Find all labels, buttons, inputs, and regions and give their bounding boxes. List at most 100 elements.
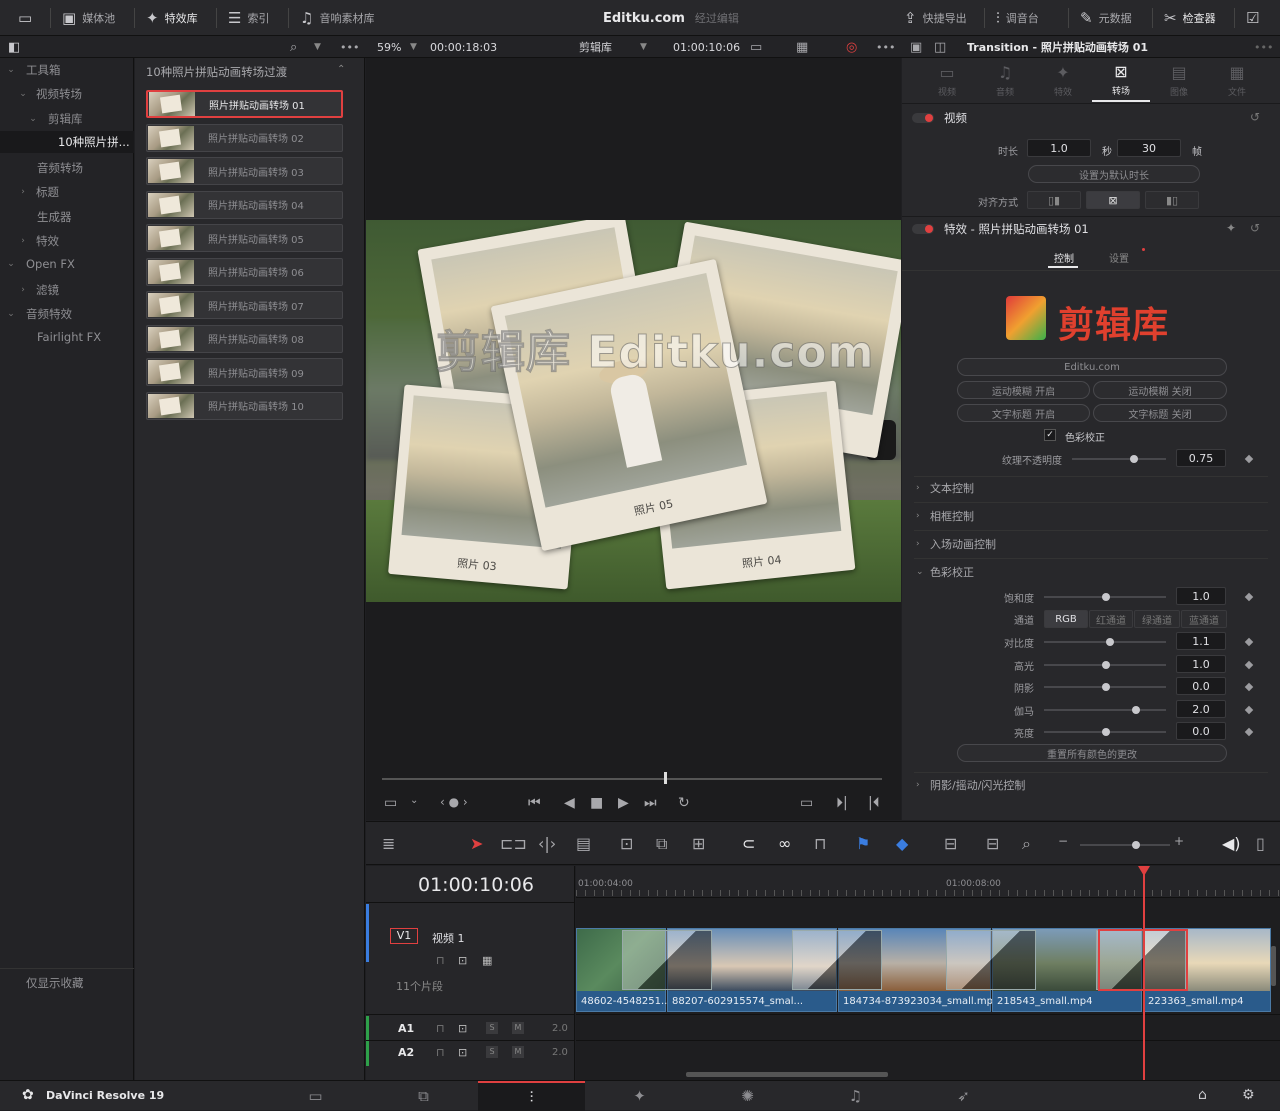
effect-reset-icon[interactable]: ↺ [1250,221,1260,235]
channel-green[interactable]: 绿通道 [1134,610,1180,628]
effect-item[interactable]: 照片拼贴动画转场 05 [146,224,343,252]
v1-track-name[interactable]: 视频 1 [432,930,465,946]
transition-marker[interactable] [946,930,1036,990]
a2-lock-icon[interactable]: ⊓ [436,1046,445,1059]
timeline-dropdown-icon[interactable]: ▼ [640,36,647,58]
timeline-playhead[interactable] [1143,866,1145,1080]
video-section-header[interactable]: 视频 [912,107,1270,129]
split-icon[interactable]: ◫ [934,36,946,58]
tree-generators[interactable]: 生成器 [0,206,134,228]
page-fusion-icon[interactable]: ✦ [586,1081,693,1111]
editku-site-button[interactable]: Editku.com [957,358,1227,376]
duration-seconds-field[interactable]: 1.0 [1027,139,1091,157]
texture-opacity-slider[interactable] [1072,455,1166,463]
color-correction-section[interactable]: ⌄ 色彩校正 [916,561,1266,583]
flag-icon[interactable]: ⚑ [856,834,870,853]
index-button[interactable]: ☰ 索引 [228,0,269,36]
gamma-field[interactable]: 2.0 [1176,700,1226,718]
highlights-slider[interactable] [1044,661,1166,669]
text-title-on-button[interactable]: 文字标题 开启 [957,404,1090,422]
insert-clip-icon[interactable]: ⊡ [620,834,633,853]
viewer-more-icon[interactable]: ••• [876,36,895,58]
tree-fairlight-fx[interactable]: Fairlight FX [0,326,134,348]
hd-icon[interactable]: ▦ [796,36,808,58]
metadata-button[interactable]: ✎ 元数据 [1080,0,1132,36]
shadow-shake-section[interactable]: › 阴影/摇动/闪光控制 [916,774,1266,796]
replace-clip-icon[interactable]: ⊞ [692,834,705,853]
saturation-knob[interactable] [1102,593,1110,601]
text-title-off-button[interactable]: 文字标题 关闭 [1093,404,1227,422]
play-reverse-icon[interactable]: ◀ [564,795,575,811]
scrubber-playhead[interactable] [664,772,667,784]
tree-jijiku[interactable]: ⌄ 剪辑库 [0,108,134,130]
texture-opacity-knob[interactable] [1130,455,1138,463]
gamma-slider[interactable] [1044,706,1166,714]
quick-export-button[interactable]: ⇪ 快捷导出 [904,0,967,36]
viewer-mode-icon[interactable]: ▭ [750,36,762,58]
motion-blur-on-button[interactable]: 运动模糊 开启 [957,381,1090,399]
effect-item[interactable]: 照片拼贴动画转场 10 [146,391,343,420]
effect-wand-icon[interactable]: ✦ [1226,221,1236,235]
settings-gear-icon[interactable]: ⚙ [1242,1087,1255,1103]
tree-open-fx[interactable]: ⌄ Open FX [0,253,134,275]
effects-library-button[interactable]: ✦ 特效库 [146,0,198,36]
blade-tool-icon[interactable]: ▤ [576,834,591,853]
workspace-icon[interactable]: ▭ [18,0,32,36]
texture-opacity-keyframe-icon[interactable] [1244,454,1254,464]
page-deliver-icon[interactable]: ➶ [910,1081,1017,1111]
a2-track-label[interactable]: A2 [398,1046,414,1059]
contrast-slider[interactable] [1044,638,1166,646]
zoom-detail-icon[interactable]: ⊟ [986,834,999,853]
tab-video[interactable]: ▭ 视频 [918,58,976,102]
zoom-custom-icon[interactable]: ⌕ [1022,834,1031,854]
a1-auto-select-icon[interactable]: ⊡ [458,1022,467,1035]
tree-audio-fx[interactable]: ⌄ 音频特效 [0,303,134,325]
a1-mute-button[interactable]: M [512,1022,524,1034]
stop-icon[interactable]: ■ [590,795,603,811]
highlights-field[interactable]: 1.0 [1176,655,1226,673]
brightness-keyframe-icon[interactable] [1244,727,1254,737]
overwrite-clip-icon[interactable]: ⧉ [656,834,667,854]
contrast-knob[interactable] [1106,638,1114,646]
highlights-keyframe-icon[interactable] [1244,660,1254,670]
saturation-keyframe-icon[interactable] [1244,592,1254,602]
crop-icon[interactable]: ▭ [384,795,397,811]
color-wheel-icon[interactable]: ◎ [846,36,857,58]
page-color-icon[interactable]: ✺ [694,1081,801,1111]
text-control-section[interactable]: › 文本控制 [916,477,1266,499]
search-icon[interactable]: ⌕ [290,36,297,58]
transition-marker[interactable] [622,930,712,990]
shadows-slider[interactable] [1044,683,1166,691]
v1-enable-icon[interactable]: ▦ [482,954,492,967]
timeline-vertical-scroll[interactable] [1271,946,1276,986]
favorites-only-toggle[interactable]: 仅显示收藏 [0,972,134,994]
a1-solo-button[interactable]: S [486,1022,498,1034]
timeline-name[interactable]: 剪辑库 [579,36,612,58]
inspector-more-icon[interactable]: ••• [1254,36,1273,58]
texture-opacity-field[interactable]: 0.75 [1176,449,1226,467]
zoom-out-icon[interactable]: − [1058,834,1068,848]
sound-library-button[interactable]: ♫ 音响素材库 [300,0,374,36]
more-options-icon[interactable]: ••• [340,36,359,58]
tab-transition[interactable]: ⊠ 转场 [1092,58,1150,102]
timeline-tracks[interactable]: 01:00:04:00 01:00:08:00 48602-4548251...… [576,866,1280,1080]
page-edit-icon[interactable]: ⫶ [478,1081,585,1111]
reset-icon[interactable]: ↺ [1250,110,1260,124]
page-media-icon[interactable]: ▭ [262,1081,369,1111]
dynamic-trim-icon[interactable]: ‹|› [538,834,556,853]
tree-audio-transitions[interactable]: 音频转场 [0,157,134,179]
effect-item[interactable]: 照片拼贴动画转场 03 [146,157,343,185]
contrast-field[interactable]: 1.1 [1176,632,1226,650]
effect-item[interactable]: 照片拼贴动画转场 08 [146,324,343,353]
effect-item[interactable]: 照片拼贴动画转场 06 [146,257,343,286]
reset-color-button[interactable]: 重置所有颜色的更改 [957,744,1227,762]
mixer-button[interactable]: ⫶ 调音台 [996,0,1039,36]
tree-toolbox[interactable]: ⌄ 工具箱 [0,59,134,81]
media-pool-button[interactable]: ▣ 媒体池 [62,0,115,36]
go-to-end-icon[interactable]: ⏭ [644,795,657,811]
go-to-start-icon[interactable]: ⏮ [528,795,541,811]
align-end-button[interactable]: ▮▯ [1145,191,1199,209]
link-icon[interactable]: ∞ [778,834,791,853]
zoom-fit-icon[interactable]: ⊟ [944,834,957,853]
timeline-horizontal-scroll[interactable] [686,1072,888,1077]
